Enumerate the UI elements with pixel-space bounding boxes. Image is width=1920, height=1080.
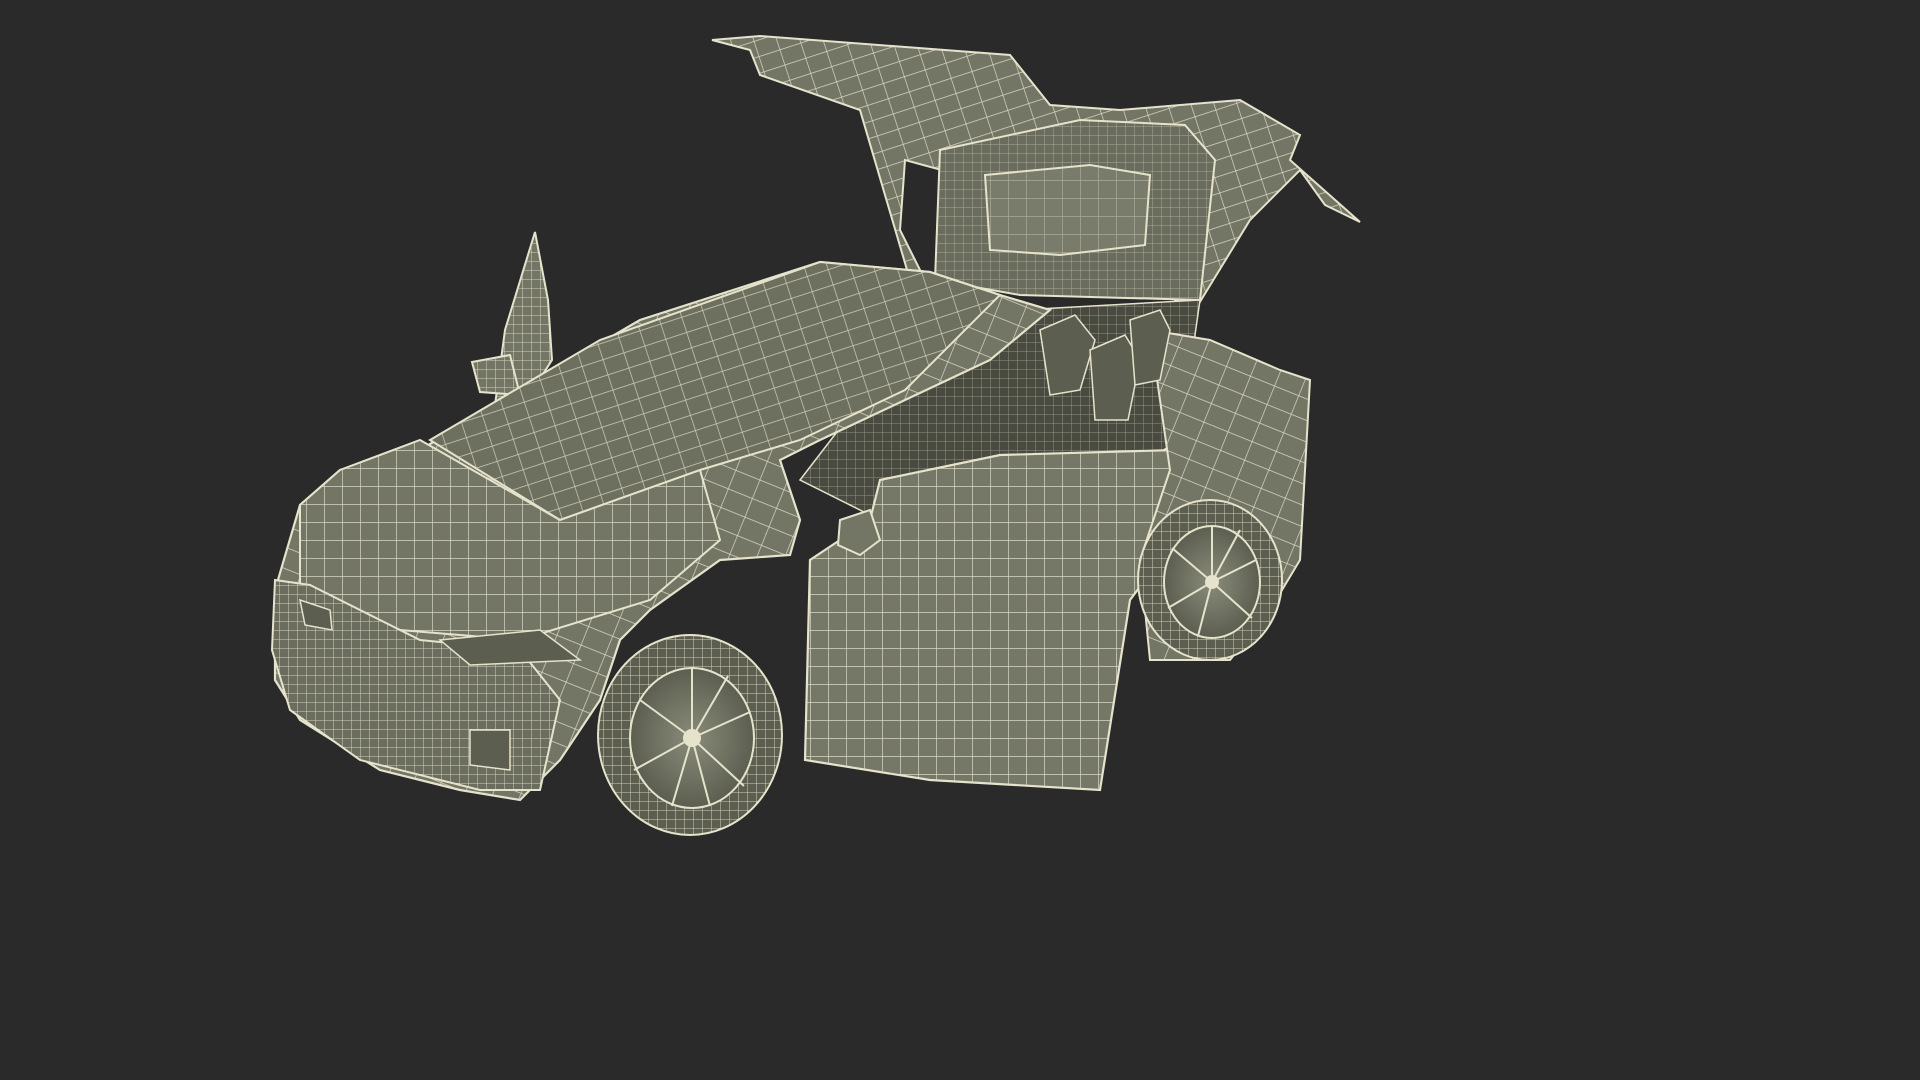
rear-door-window-frame: [933, 118, 1217, 302]
rear-wheel: [1137, 499, 1283, 661]
render-viewport: [0, 0, 1568, 882]
fog-light: [469, 729, 511, 771]
car-wireframe-model: [270, 34, 1361, 836]
front-wheel: [597, 634, 783, 836]
